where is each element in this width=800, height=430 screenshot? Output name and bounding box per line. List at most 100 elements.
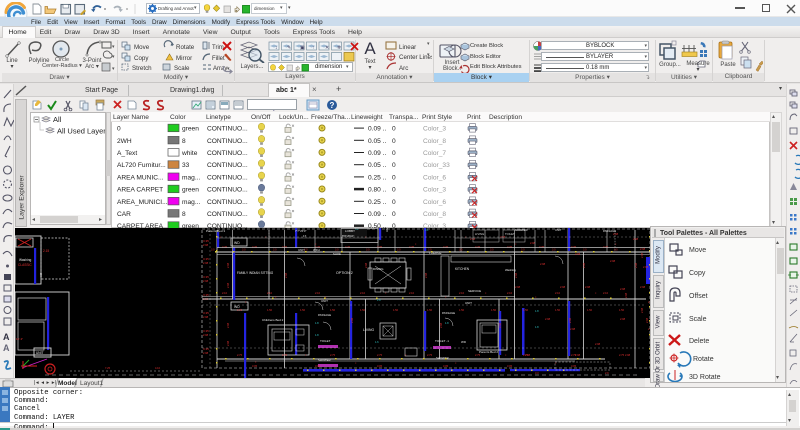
svg-text:3.35: 3.35 (203, 257, 209, 261)
svg-text:2.75: 2.75 (282, 353, 288, 357)
svg-text:1.6: 1.6 (375, 340, 379, 344)
svg-text:2.98: 2.98 (439, 322, 443, 328)
svg-text:2.15: 2.15 (43, 249, 49, 253)
svg-text:0: 0 (392, 211, 396, 218)
svg-text:2.10: 2.10 (315, 291, 321, 295)
svg-text:3.35: 3.35 (203, 347, 209, 351)
svg-text:UNIT: UNIT (385, 228, 389, 232)
svg-text:2.10: 2.10 (459, 291, 465, 295)
svg-text:×: × (485, 292, 487, 295)
svg-text:2.98: 2.98 (545, 317, 551, 321)
svg-text:A: A (3, 332, 10, 342)
svg-text:SHOWER: SHOWER (318, 358, 331, 362)
svg-text:2.98: 2.98 (585, 285, 591, 289)
svg-text:3D Rotate: 3D Rotate (689, 374, 721, 381)
svg-text:2.10: 2.10 (603, 291, 609, 295)
svg-text:AREA CARPET: AREA CARPET (117, 187, 163, 194)
svg-text:8: 8 (182, 138, 186, 145)
svg-text:8: 8 (182, 211, 186, 218)
svg-text:2.98: 2.98 (620, 287, 626, 291)
svg-text:0: 0 (117, 126, 121, 133)
svg-text:3.0: 3.0 (335, 249, 339, 252)
svg-text:3.35: 3.35 (475, 245, 481, 249)
svg-text:0.05 ..: 0.05 .. (368, 162, 386, 169)
svg-text:FREDGE: FREDGE (429, 251, 442, 255)
svg-text:1.50: 1.50 (300, 308, 306, 312)
svg-text:↕: ↕ (275, 45, 278, 51)
svg-text:1.50: 1.50 (393, 308, 399, 312)
svg-text:2.98: 2.98 (613, 232, 619, 236)
svg-text:×: × (305, 354, 307, 357)
svg-text:2.98: 2.98 (203, 261, 209, 265)
svg-text:3.0: 3.0 (583, 249, 587, 252)
svg-text:3.05: 3.05 (252, 364, 258, 368)
svg-text:2.98: 2.98 (633, 237, 639, 241)
svg-text:1.50: 1.50 (267, 308, 273, 312)
svg-text:×: × (515, 243, 517, 246)
svg-text:2.98: 2.98 (634, 262, 638, 268)
svg-text:3.35: 3.35 (507, 245, 513, 249)
svg-text:2.10: 2.10 (409, 291, 415, 295)
svg-text:2.98: 2.98 (203, 279, 209, 283)
svg-text:Color_6: Color_6 (423, 174, 446, 181)
svg-text:3.0: 3.0 (614, 249, 618, 252)
svg-text:Color_33: Color_33 (423, 162, 450, 169)
svg-text:Rotate: Rotate (693, 356, 714, 363)
svg-text:33: 33 (182, 162, 190, 169)
svg-text:2.98: 2.98 (640, 307, 644, 313)
svg-text:1.8: 1.8 (377, 298, 381, 302)
svg-text:2.98: 2.98 (640, 252, 644, 258)
svg-text:×: × (265, 236, 267, 239)
svg-text:Scale: Scale (174, 65, 190, 72)
svg-text:2WH: 2WH (117, 138, 132, 145)
svg-text:3.35: 3.35 (222, 245, 228, 249)
svg-text:2.98: 2.98 (560, 285, 566, 289)
svg-text:2.98: 2.98 (568, 317, 572, 323)
svg-text:CLASSIC: CLASSIC (18, 263, 32, 267)
svg-text:3.0: 3.0 (521, 249, 525, 252)
svg-text:2.98: 2.98 (226, 262, 230, 268)
svg-text:3.35: 3.35 (603, 245, 609, 249)
svg-text:2.98: 2.98 (595, 342, 601, 346)
svg-text:3.0: 3.0 (459, 249, 463, 252)
svg-text:×: × (385, 292, 387, 295)
svg-text:Stretch: Stretch (132, 65, 152, 72)
svg-text:3.35: 3.35 (443, 245, 449, 249)
svg-text:3.0: 3.0 (397, 249, 401, 252)
svg-text:2.98: 2.98 (226, 322, 230, 328)
svg-text:3.05: 3.05 (377, 364, 383, 368)
svg-text:0.80 ..: 0.80 .. (368, 187, 386, 194)
svg-text:3.1: 3.1 (425, 228, 429, 232)
svg-text:Color_8: Color_8 (423, 211, 446, 218)
svg-text:×: × (565, 236, 567, 239)
svg-text:Rotate: Rotate (176, 44, 195, 51)
svg-text:↑: ↑ (312, 45, 315, 51)
svg-text:2.98: 2.98 (226, 340, 230, 346)
svg-text:3.0: 3.0 (552, 249, 556, 252)
svg-text:Color_3: Color_3 (423, 187, 446, 194)
svg-text:×: × (415, 243, 417, 246)
svg-text:1.8: 1.8 (315, 321, 319, 325)
svg-text:2.98: 2.98 (226, 282, 230, 288)
svg-text:2.10: 2.10 (360, 291, 366, 295)
svg-text:WD: WD (461, 340, 467, 344)
svg-text:2.75: 2.75 (377, 353, 383, 357)
svg-text:1.8: 1.8 (535, 309, 539, 313)
svg-text:▣: ▣ (300, 45, 305, 51)
svg-text:2.98: 2.98 (203, 243, 209, 247)
svg-text:2.98: 2.98 (424, 272, 428, 278)
svg-text:Parents Bed 3: Parents Bed 3 (206, 229, 225, 233)
svg-text:2.98: 2.98 (498, 322, 502, 328)
svg-text:CONTINUO...: CONTINUO... (207, 150, 248, 157)
svg-text:17: 17 (303, 234, 307, 238)
svg-text:LIVING: LIVING (363, 328, 374, 332)
svg-text:CONTINUO...: CONTINUO... (207, 174, 248, 181)
svg-text:CAR: CAR (117, 211, 131, 218)
svg-text:×: × (615, 243, 617, 246)
svg-text:2.98: 2.98 (203, 333, 209, 337)
svg-text:3.35: 3.35 (203, 275, 209, 279)
svg-text:×: × (465, 236, 467, 239)
svg-text:✕: ✕ (325, 45, 329, 51)
svg-text:1.50: 1.50 (360, 308, 366, 312)
svg-text:0: 0 (392, 126, 396, 133)
